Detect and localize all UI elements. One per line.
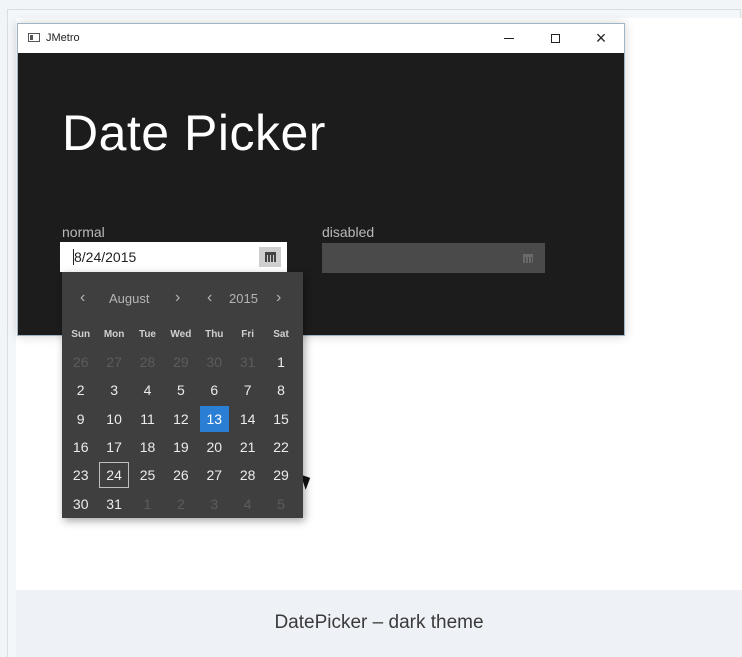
weekday-label: Sun (71, 329, 91, 340)
calendar-day[interactable]: 5 (266, 490, 295, 516)
disabled-date-picker (322, 243, 545, 273)
calendar-day[interactable]: 3 (200, 490, 229, 516)
caption-bar: DatePicker – dark theme (16, 590, 742, 657)
title-bar[interactable]: JMetro × (18, 24, 624, 53)
weekday-label: Tue (138, 329, 156, 340)
weekday-label: Thu (205, 329, 224, 340)
next-month-button[interactable]: › (175, 289, 180, 307)
calendar-day[interactable]: 30 (66, 490, 95, 516)
calendar-day[interactable]: 7 (233, 377, 262, 403)
calendar-day[interactable]: 2 (166, 490, 195, 516)
calendar-day[interactable]: 27 (99, 349, 128, 375)
calendar-day[interactable]: 27 (200, 462, 229, 488)
calendar-day[interactable]: 26 (66, 349, 95, 375)
calendar-day[interactable]: 8 (266, 377, 295, 403)
calendar-day[interactable]: 30 (200, 349, 229, 375)
maximize-button[interactable] (532, 24, 578, 53)
month-label: August (109, 291, 150, 306)
calendar-day[interactable]: 15 (266, 406, 295, 432)
calendar-day[interactable]: 10 (99, 406, 128, 432)
selected-day[interactable]: 13 (199, 405, 229, 432)
calendar-day[interactable]: 31 (233, 349, 262, 375)
calendar-day[interactable]: 29 (166, 349, 195, 375)
calendar-day[interactable]: 4 (133, 377, 162, 403)
calendar-day[interactable]: 11 (133, 406, 162, 432)
calendar-day[interactable]: 6 (200, 377, 229, 403)
calendar-icon (264, 252, 276, 262)
disabled-calendar-button (521, 251, 535, 265)
calendar-day[interactable]: 28 (233, 462, 262, 488)
previous-month-button[interactable]: ‹ (80, 289, 85, 307)
minimize-button[interactable] (486, 24, 532, 53)
calendar-day[interactable]: 12 (166, 406, 195, 432)
calendar-day[interactable]: 29 (266, 462, 295, 488)
calendar-day[interactable]: 20 (200, 434, 229, 460)
calendar-day[interactable]: 9 (66, 406, 95, 432)
weekday-label: Sat (273, 329, 289, 340)
next-year-button[interactable]: › (276, 289, 281, 307)
date-picker-input[interactable]: 8/24/2015 (60, 242, 314, 490)
calendar-day[interactable]: 2 (66, 377, 95, 403)
weekday-label: Wed (170, 329, 192, 340)
calendar-day[interactable]: 14 (233, 406, 262, 432)
calendar-day[interactable]: 28 (133, 349, 162, 375)
disabled-label: disabled (322, 224, 375, 240)
calendar-day[interactable]: 17 (99, 434, 128, 460)
calendar-day[interactable]: 4 (233, 490, 262, 516)
weekday-header: Sun Mon Tue Wed Thu Fri Sat (64, 329, 300, 340)
figure-caption: DatePicker – dark theme (274, 612, 484, 633)
calendar-button[interactable] (259, 247, 281, 267)
calendar-day[interactable]: 21 (233, 434, 262, 460)
calendar-day[interactable]: 18 (133, 434, 162, 460)
date-value[interactable]: 8/24/2015 (74, 249, 136, 265)
close-icon: × (595, 28, 607, 48)
page-title: Date Picker (62, 105, 326, 161)
calendar-popup: ‹ August › ‹ 2015 › Sun Mon Tue Wed Thu Fri Sa… (62, 272, 303, 518)
close-button[interactable]: × (578, 24, 624, 53)
calendar-day[interactable]: 22 (266, 434, 295, 460)
calendar-day[interactable]: 3 (99, 377, 128, 403)
window-icon (28, 33, 40, 42)
today-day[interactable]: 24 (99, 462, 129, 489)
calendar-days-grid: 26 27 28 29 30 31 1 2 3 4 5 6 7 8 9 10 11 12 13 14 15 16 17 18 1… (64, 348, 300, 518)
calendar-day[interactable]: 1 (266, 349, 295, 375)
calendar-day[interactable]: 16 (66, 434, 95, 460)
previous-year-button[interactable]: ‹ (207, 289, 212, 307)
text-caret (73, 249, 74, 265)
year-label: 2015 (229, 291, 258, 306)
weekday-label: Mon (103, 329, 125, 340)
calendar-day[interactable]: 31 (99, 490, 128, 516)
calendar-day[interactable]: 19 (166, 434, 195, 460)
calendar-day[interactable]: 26 (166, 462, 195, 488)
calendar-day[interactable]: 25 (133, 462, 162, 488)
weekday-label: Fri (241, 329, 255, 340)
minimize-icon (504, 38, 514, 39)
calendar-day[interactable]: 1 (133, 490, 162, 516)
calendar-day[interactable]: 23 (66, 462, 95, 488)
window-title: JMetro (46, 32, 80, 44)
calendar-icon (523, 253, 533, 263)
maximize-icon (550, 34, 560, 43)
normal-label: normal (62, 224, 105, 240)
calendar-day[interactable]: 5 (166, 377, 195, 403)
